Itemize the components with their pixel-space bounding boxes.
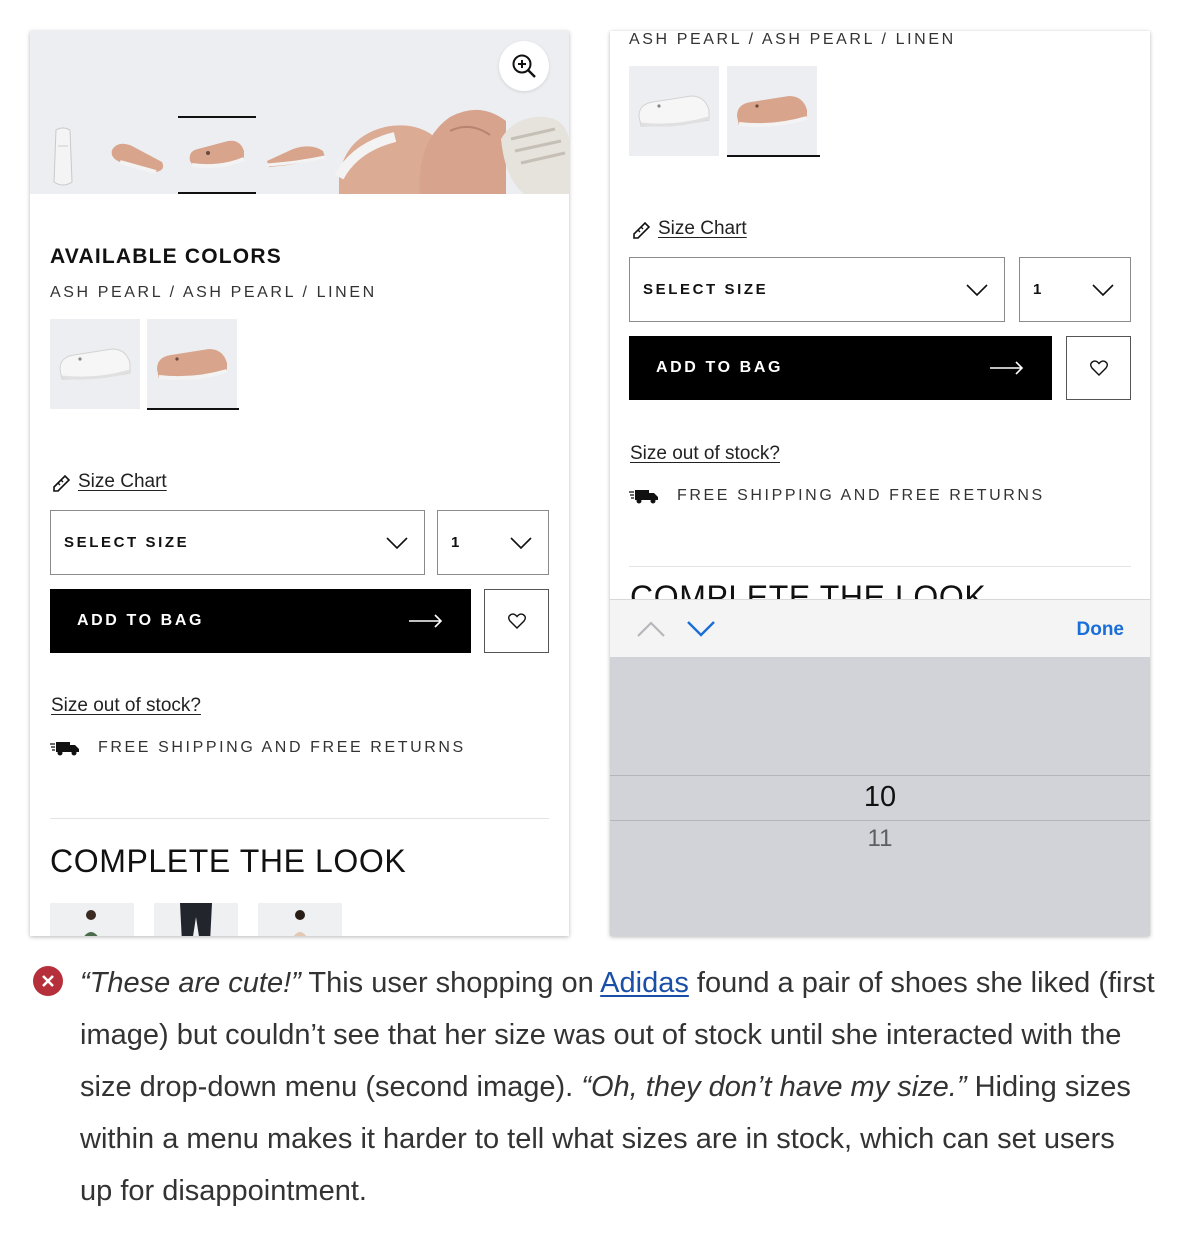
model-image bbox=[180, 903, 212, 936]
size-chart-link[interactable]: Size Chart bbox=[52, 471, 167, 493]
select-size-label: SELECT SIZE bbox=[64, 534, 190, 551]
select-size-label: SELECT SIZE bbox=[643, 281, 769, 298]
color-name: ASH PEARL / ASH PEARL / LINEN bbox=[629, 31, 956, 48]
quantity-value: 1 bbox=[1033, 281, 1042, 298]
wishlist-button[interactable] bbox=[1066, 336, 1131, 400]
shipping-info: FREE SHIPPING AND FREE RETURNS bbox=[50, 739, 466, 757]
shipping-text: FREE SHIPPING AND FREE RETURNS bbox=[98, 739, 466, 756]
shoe-image[interactable] bbox=[495, 109, 569, 194]
arrow-right-icon bbox=[990, 361, 1024, 375]
chevron-down-icon bbox=[510, 536, 532, 549]
available-colors-heading: AVAILABLE COLORS bbox=[50, 245, 282, 268]
heart-icon bbox=[1089, 360, 1108, 376]
quantity-value: 1 bbox=[451, 534, 460, 551]
look-item-thumbnail[interactable] bbox=[50, 903, 134, 936]
chevron-down-icon bbox=[966, 283, 988, 296]
carousel-active-marker-bottom bbox=[178, 192, 256, 194]
add-to-bag-button[interactable]: ADD TO BAG bbox=[629, 336, 1052, 400]
select-size-dropdown[interactable]: SELECT SIZE bbox=[50, 510, 425, 575]
size-picker-wheel[interactable]: 10 11 bbox=[610, 657, 1150, 936]
color-swatch-white[interactable] bbox=[629, 66, 719, 156]
selected-swatch-underline bbox=[147, 408, 239, 410]
caption-segment: This user shopping on bbox=[300, 967, 601, 999]
section-divider bbox=[629, 566, 1131, 567]
picker-next-button[interactable] bbox=[685, 616, 717, 642]
add-to-bag-label: ADD TO BAG bbox=[77, 612, 205, 629]
caption-text: “These are cute!” This user shopping on … bbox=[80, 957, 1155, 1217]
selected-swatch-underline bbox=[727, 155, 820, 157]
shoe-image[interactable] bbox=[263, 139, 329, 171]
color-swatch-pink[interactable] bbox=[727, 66, 817, 156]
error-icon bbox=[33, 966, 63, 996]
chevron-down-icon bbox=[1092, 283, 1114, 296]
size-out-of-stock-link[interactable]: Size out of stock? bbox=[51, 695, 201, 717]
picker-previous-button[interactable] bbox=[635, 616, 667, 642]
model-image bbox=[294, 910, 306, 936]
color-swatch-white[interactable] bbox=[50, 319, 140, 409]
picker-done-button[interactable]: Done bbox=[1077, 619, 1125, 641]
select-size-dropdown[interactable]: SELECT SIZE bbox=[629, 257, 1005, 322]
arrow-right-icon bbox=[409, 614, 443, 628]
product-page-before: AVAILABLE COLORS ASH PEARL / ASH PEARL /… bbox=[30, 31, 569, 936]
shipping-info: FREE SHIPPING AND FREE RETURNS bbox=[629, 487, 1045, 505]
heart-icon bbox=[507, 613, 526, 629]
picker-option[interactable]: 11 bbox=[610, 825, 1150, 853]
chevron-up-icon bbox=[637, 621, 665, 637]
picker-selected-value[interactable]: 10 bbox=[610, 781, 1150, 814]
add-to-bag-button[interactable]: ADD TO BAG bbox=[50, 589, 471, 653]
picker-selection-line-top bbox=[610, 775, 1150, 776]
ruler-icon bbox=[633, 221, 651, 239]
size-out-of-stock-link[interactable]: Size out of stock? bbox=[630, 443, 780, 465]
color-swatch-pink[interactable] bbox=[147, 319, 237, 409]
model-image bbox=[84, 910, 98, 936]
shoe-image bbox=[638, 95, 710, 127]
shoe-image[interactable] bbox=[108, 136, 168, 176]
add-to-bag-label: ADD TO BAG bbox=[656, 359, 784, 376]
shoe-image bbox=[737, 96, 808, 128]
section-divider bbox=[50, 818, 549, 819]
picker-toolbar: Done bbox=[610, 599, 1150, 657]
complete-the-look-heading: COMPLETE THE LOOK bbox=[50, 843, 407, 879]
shipping-text: FREE SHIPPING AND FREE RETURNS bbox=[677, 487, 1045, 504]
chevron-down-icon bbox=[687, 621, 715, 637]
quantity-dropdown[interactable]: 1 bbox=[1019, 257, 1131, 322]
shoe-image bbox=[157, 349, 228, 381]
shoe-image-selected[interactable] bbox=[184, 131, 250, 177]
color-name: ASH PEARL / ASH PEARL / LINEN bbox=[50, 284, 377, 301]
caption-quote: “These are cute!” bbox=[80, 967, 301, 999]
shoe-image bbox=[59, 348, 131, 380]
product-image-carousel[interactable] bbox=[30, 31, 569, 194]
truck-icon bbox=[629, 490, 658, 504]
zoom-in-icon bbox=[512, 54, 536, 78]
picker-selection-line-bottom bbox=[610, 820, 1150, 821]
chevron-down-icon bbox=[386, 536, 408, 549]
product-page-after: ASH PEARL / ASH PEARL / LINEN Size Chart… bbox=[610, 31, 1150, 936]
size-chart-label: Size Chart bbox=[658, 218, 747, 239]
caption-quote: “Oh, they don’t have my size.” bbox=[581, 1071, 967, 1103]
truck-icon bbox=[50, 742, 79, 756]
carousel-active-marker-top bbox=[178, 116, 256, 118]
quantity-dropdown[interactable]: 1 bbox=[437, 510, 549, 575]
ruler-icon bbox=[53, 474, 71, 492]
size-chart-label: Size Chart bbox=[78, 471, 167, 492]
shoe-image[interactable] bbox=[48, 126, 78, 188]
look-item-thumbnail[interactable] bbox=[258, 903, 342, 936]
zoom-button[interactable] bbox=[499, 41, 549, 91]
size-chart-link[interactable]: Size Chart bbox=[632, 218, 747, 240]
adidas-link[interactable]: Adidas bbox=[600, 967, 689, 999]
look-item-thumbnail[interactable] bbox=[154, 903, 238, 936]
wishlist-button[interactable] bbox=[484, 589, 549, 653]
